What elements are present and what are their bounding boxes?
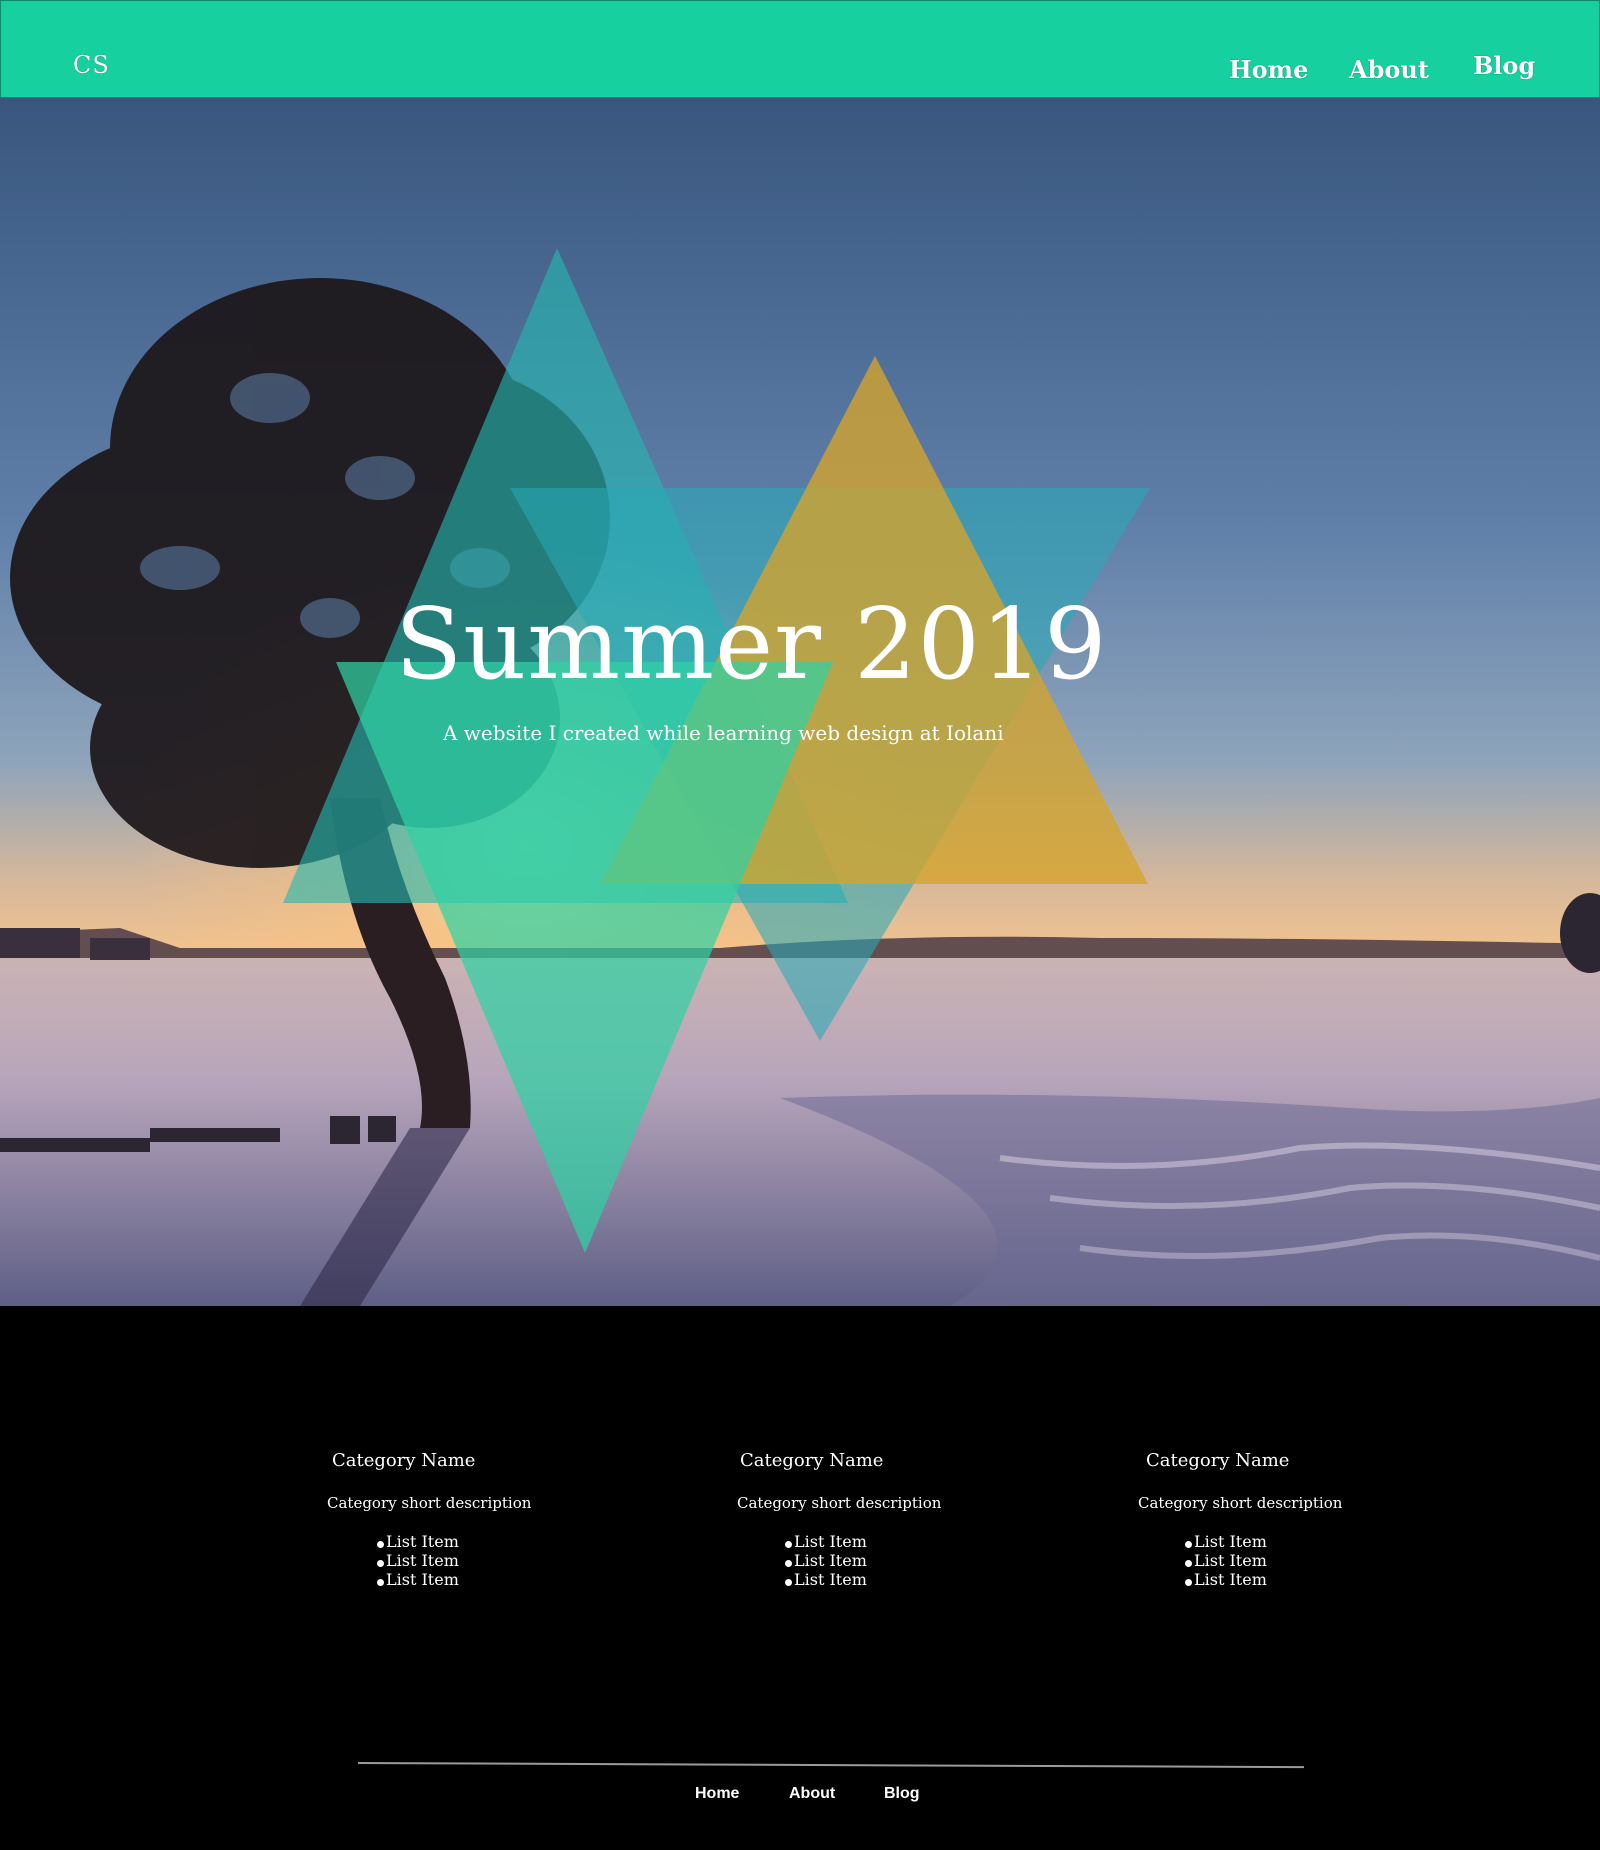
list-item: List Item [1185, 1551, 1267, 1570]
footer-divider [357, 1762, 1304, 1769]
list-item: List Item [377, 1532, 459, 1551]
hero-section: Summer 2019 A website I created while le… [0, 98, 1600, 1306]
list-item: List Item [785, 1570, 867, 1589]
hero-background-image [0, 98, 1600, 1306]
list-item: List Item [377, 1551, 459, 1570]
category-title: Category Name [332, 1450, 476, 1471]
category-description: Category short description [1138, 1494, 1343, 1512]
list-item: List Item [785, 1532, 867, 1551]
site-logo[interactable]: CS [73, 51, 110, 79]
category-description: Category short description [737, 1494, 942, 1512]
category-title: Category Name [1146, 1450, 1290, 1471]
category-list: List Item List Item List Item [377, 1532, 459, 1589]
list-item: List Item [377, 1570, 459, 1589]
footer-home-link[interactable]: Home [695, 1785, 739, 1803]
category-list: List Item List Item List Item [785, 1532, 867, 1589]
nav-blog-link[interactable]: Blog [1473, 51, 1535, 80]
footer-about-link[interactable]: About [789, 1785, 835, 1803]
hero-subtitle: A website I created while learning web d… [443, 721, 1004, 745]
category-title: Category Name [740, 1450, 884, 1471]
nav-home-link[interactable]: Home [1229, 55, 1308, 84]
nav-about-link[interactable]: About [1349, 55, 1429, 84]
category-list: List Item List Item List Item [1185, 1532, 1267, 1589]
top-nav-bar: CS Home About Blog [0, 0, 1600, 98]
footer-blog-link[interactable]: Blog [884, 1785, 920, 1803]
list-item: List Item [785, 1551, 867, 1570]
list-item: List Item [1185, 1570, 1267, 1589]
hero-title: Summer 2019 [395, 588, 1108, 702]
category-description: Category short description [327, 1494, 532, 1512]
list-item: List Item [1185, 1532, 1267, 1551]
